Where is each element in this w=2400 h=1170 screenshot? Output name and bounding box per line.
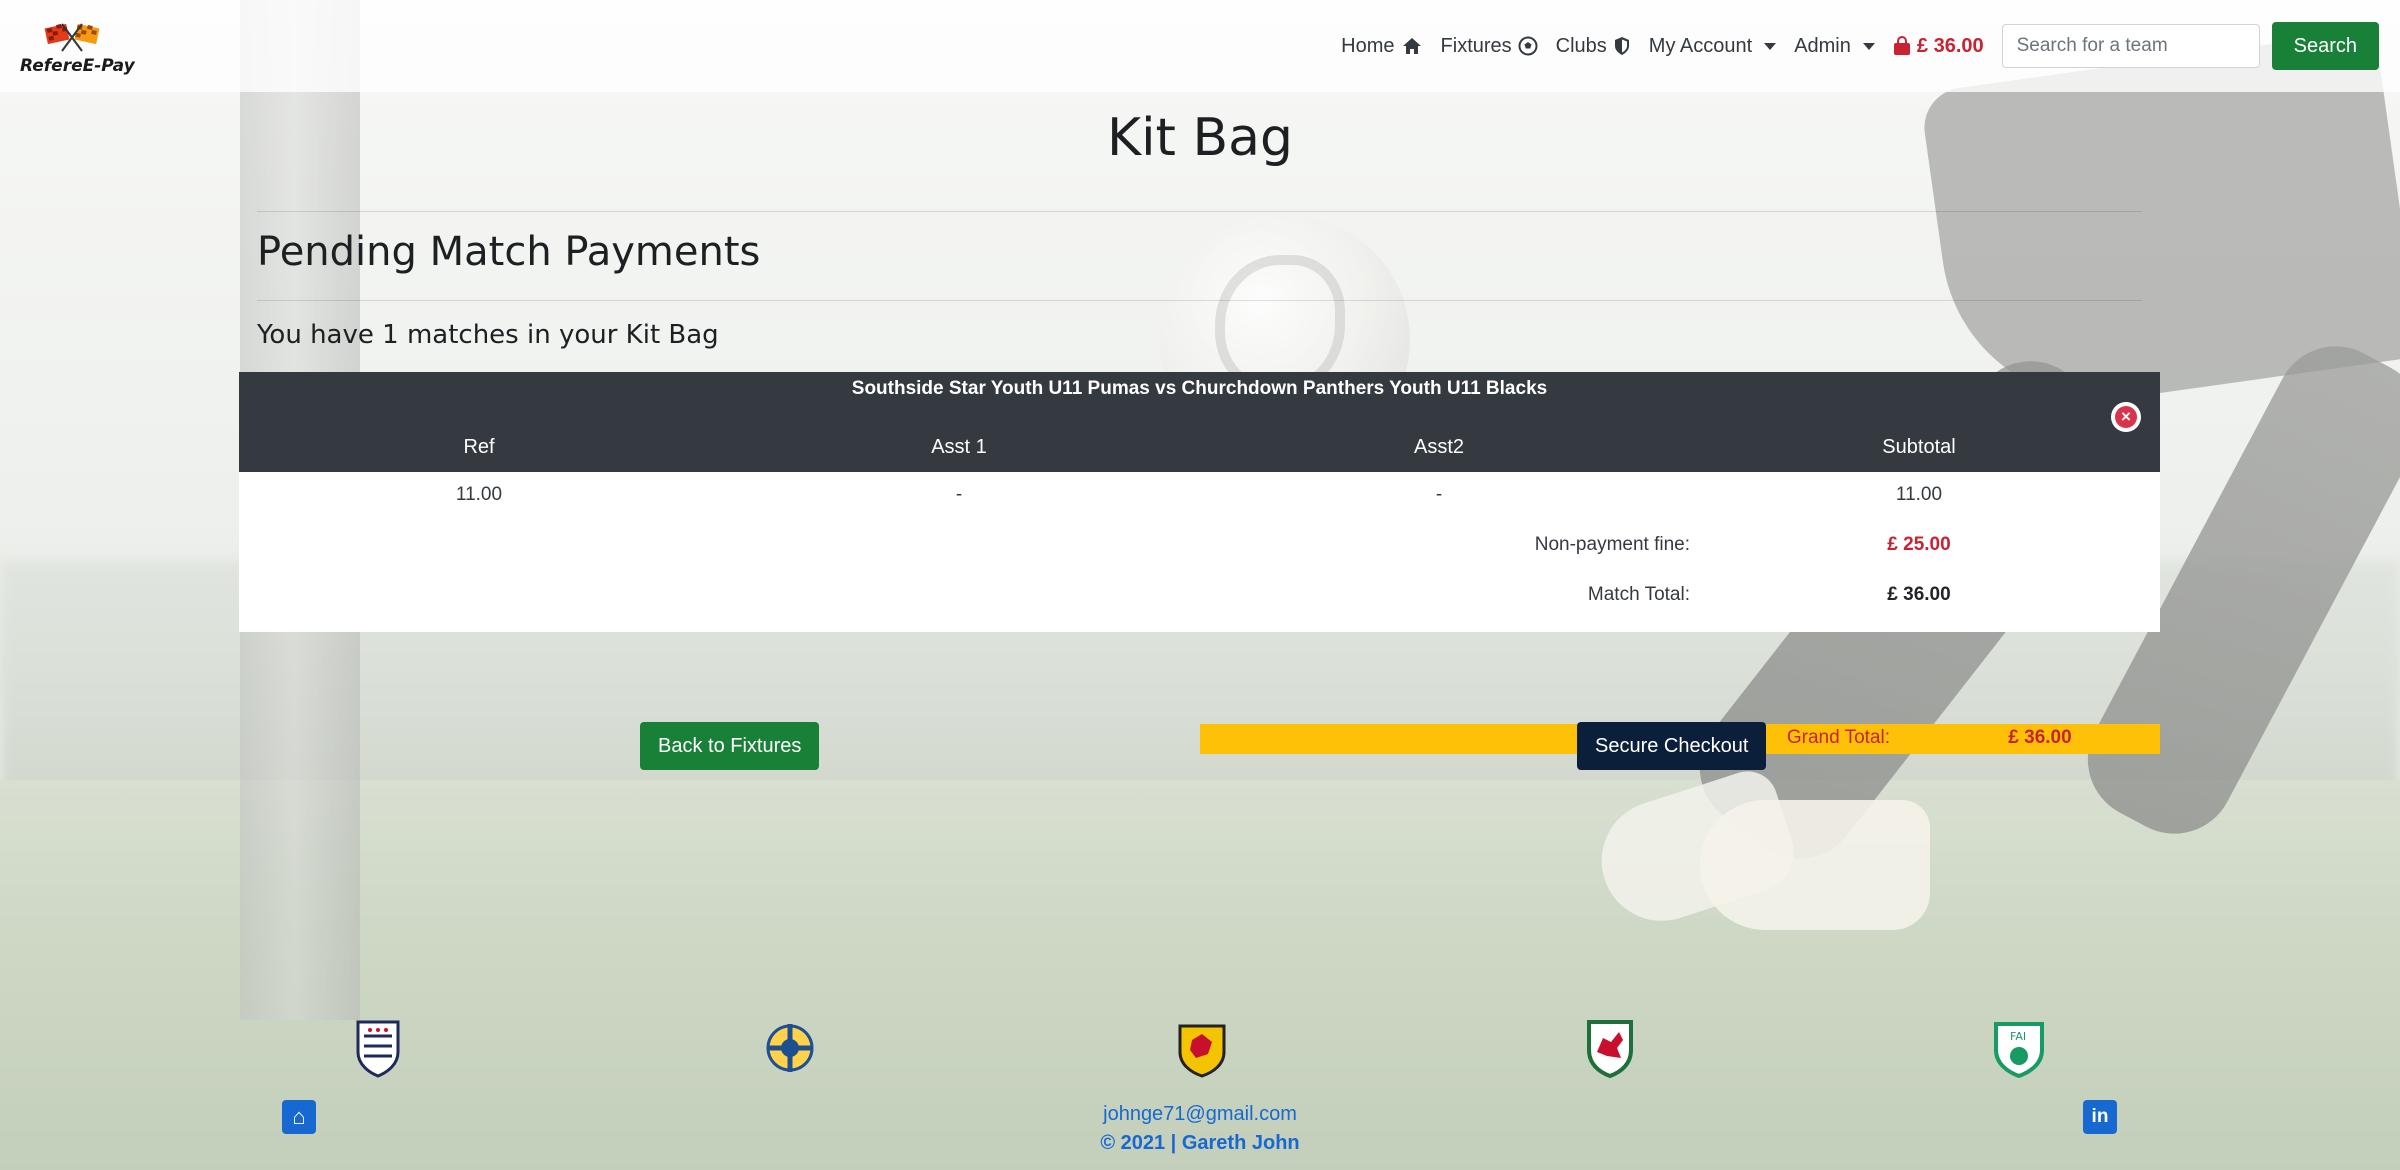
- nav-my-account[interactable]: My Account: [1648, 34, 1777, 58]
- home-icon: [1402, 38, 1421, 54]
- cell-ref: 11.00: [455, 484, 503, 505]
- footer-copyright: © 2021 | Gareth John: [1100, 1132, 1300, 1154]
- cell-subtotal: 11.00: [1895, 484, 1943, 505]
- shopping-bag-icon: [1893, 36, 1910, 55]
- grand-total-value: £ 36.00: [2008, 727, 2072, 748]
- search-button[interactable]: Search: [2271, 22, 2379, 70]
- search-input[interactable]: [2001, 24, 2260, 68]
- nav-admin-label: Admin: [1794, 34, 1851, 57]
- remove-match-button[interactable]: ×: [2111, 402, 2141, 432]
- brand-logo[interactable]: RefereE-Pay: [20, 18, 135, 78]
- secure-checkout-button[interactable]: Secure Checkout: [1577, 722, 1767, 770]
- shield-icon: [1614, 37, 1629, 55]
- fine-label: Non-payment fine:: [1534, 534, 1690, 555]
- scotland-fa-crest-icon: [1178, 1024, 1226, 1078]
- back-to-fixtures-button[interactable]: Back to Fixtures: [640, 722, 820, 770]
- fine-value: £ 25.00: [1887, 534, 1951, 555]
- brand-name: RefereE-Pay: [20, 56, 135, 76]
- ireland-fai-crest-icon: FAI: [1994, 1022, 2044, 1078]
- nav-fixtures-label: Fixtures: [1440, 34, 1512, 57]
- grand-total-label: Grand Total:: [1786, 727, 1890, 748]
- linkedin-icon[interactable]: in: [2083, 1100, 2117, 1134]
- cart-total: £ 36.00: [1916, 34, 1984, 57]
- checkered-flags-icon: [44, 23, 100, 52]
- kit-bag-link[interactable]: £ 36.00: [1893, 35, 1984, 58]
- close-icon: ×: [2115, 406, 2137, 428]
- col-header-asst2: Asst2: [1413, 436, 1465, 458]
- nav-home[interactable]: Home: [1341, 35, 1422, 58]
- chevron-down-icon: [1764, 42, 1777, 50]
- chevron-down-icon: [1862, 42, 1875, 50]
- col-header-asst1: Asst 1: [931, 436, 987, 458]
- col-header-subtotal: Subtotal: [1882, 436, 1956, 458]
- table-row: 11.00 - - 11.00 Non-payment fine: £ 25.0…: [239, 472, 2160, 632]
- kit-bag-count: You have 1 matches in your Kit Bag: [257, 320, 719, 350]
- match-total-label: Match Total:: [1587, 584, 1690, 605]
- match-total-value: £ 36.00: [1887, 584, 1951, 605]
- nav-account-label: My Account: [1648, 34, 1753, 57]
- section-title: Pending Match Payments: [257, 229, 761, 275]
- table-header: Southside Star Youth U11 Pumas vs Church…: [239, 372, 2160, 472]
- wales-fa-crest-icon: [1587, 1020, 1633, 1078]
- cell-asst1: -: [955, 484, 963, 505]
- nav-clubs[interactable]: Clubs: [1556, 35, 1631, 58]
- northern-ireland-fa-crest-icon: [766, 1024, 814, 1072]
- england-fa-crest-icon: [356, 1020, 400, 1078]
- nav-links: Home Fixtures Clubs My Account Admin £ 3…: [1341, 0, 2400, 92]
- divider: [257, 211, 2142, 212]
- page-title: Kit Bag: [1106, 108, 1293, 168]
- svg-text:FAI: FAI: [2010, 1030, 2026, 1043]
- cell-asst2: -: [1435, 484, 1443, 505]
- match-title: Southside Star Youth U11 Pumas vs Church…: [851, 378, 1548, 399]
- nav-admin[interactable]: Admin: [1794, 35, 1875, 58]
- nav-home-label: Home: [1341, 34, 1395, 57]
- divider: [257, 300, 2142, 301]
- col-header-ref: Ref: [463, 436, 495, 458]
- nav-fixtures[interactable]: Fixtures: [1441, 35, 1538, 58]
- kit-bag-table: Southside Star Youth U11 Pumas vs Church…: [239, 372, 2160, 754]
- footer: FAI ⌂ johnge71@gmail.com © 2021 | Gareth…: [0, 1010, 2400, 1170]
- nav-clubs-label: Clubs: [1555, 34, 1607, 57]
- footer-email[interactable]: johnge71@gmail.com: [0, 1103, 2400, 1126]
- navbar: RefereE-Pay Home Fixtures Clubs My Accou…: [0, 0, 2400, 92]
- football-icon: [1518, 36, 1538, 56]
